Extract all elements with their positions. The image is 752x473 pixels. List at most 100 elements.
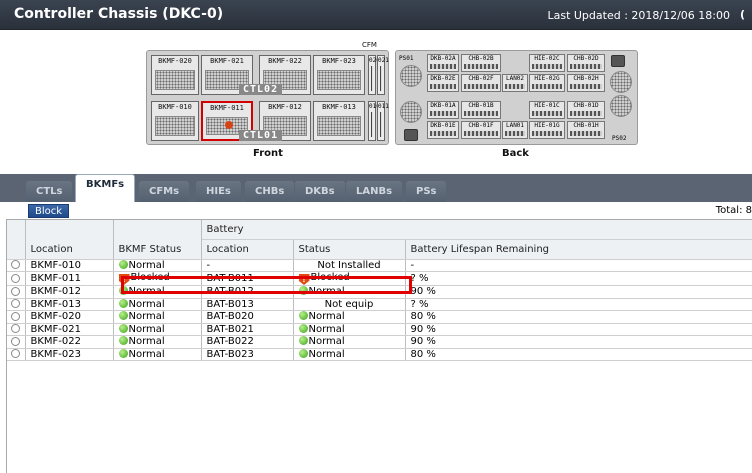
tab-chbs[interactable]: CHBs	[245, 181, 295, 202]
module-lan01[interactable]: LAN01	[502, 121, 528, 139]
blocked-icon	[225, 121, 233, 129]
cell-lifespan: 80 %	[405, 348, 752, 361]
row-select-cell	[7, 335, 26, 349]
column-header-lifespan[interactable]: Battery Lifespan Remaining	[405, 239, 752, 260]
column-header-battery-location[interactable]: Location	[201, 239, 294, 260]
cell-location: BKMF-021	[25, 323, 114, 336]
power-supply-icon[interactable]	[611, 55, 625, 67]
slot-bkmf-023[interactable]: BKMF-023	[313, 55, 365, 95]
module-chb-01d[interactable]: CHB-01D	[567, 101, 605, 119]
back-caption: Back	[502, 148, 529, 159]
tab-pss[interactable]: PSs	[406, 181, 447, 202]
table-row[interactable]: BKMF-010 Normal - Not Installed -	[7, 259, 752, 272]
fan-icon	[610, 95, 632, 117]
slot-bkmf-020[interactable]: BKMF-020	[151, 55, 199, 95]
refresh-icon[interactable]: (	[740, 8, 752, 22]
row-radio[interactable]	[11, 349, 21, 359]
module-chb-02b[interactable]: CHB-02B	[461, 54, 501, 72]
cell-battery-location: BAT-B011	[201, 271, 294, 286]
module-chb-01h[interactable]: CHB-01H	[567, 121, 605, 139]
cell-battery-status: Normal	[293, 285, 406, 299]
table-row[interactable]: BKMF-013 Normal BAT-B013 Not equip? %	[7, 298, 752, 311]
module-chb-02f[interactable]: CHB-02F	[461, 74, 501, 92]
cell-lifespan: 90 %	[405, 285, 752, 299]
select-column-header	[7, 220, 26, 260]
cell-battery-location: -	[201, 259, 294, 272]
table-row[interactable]: BKMF-020 Normal BAT-B020 Normal 80 %	[7, 310, 752, 324]
column-header-location[interactable]: Location	[25, 220, 114, 260]
slot-cfm-020[interactable]: 020	[368, 55, 380, 95]
tab-cfms[interactable]: CFMs	[139, 181, 190, 202]
row-radio[interactable]	[11, 311, 21, 321]
table-row[interactable]: BKMF-011! Blocked BAT-B011! Blocked? %	[7, 271, 752, 286]
module-hie-01g[interactable]: HIE-01G	[529, 121, 565, 139]
row-select-cell	[7, 271, 26, 286]
module-dkb-01e[interactable]: DKB-01E	[427, 121, 459, 139]
back-panel: PS01 PS02 DKB-02A CHB-02B HIE-02C CHB-02…	[395, 50, 638, 145]
row-radio[interactable]	[11, 299, 21, 309]
last-updated-label: Last Updated : 2018/12/06 18:00	[547, 9, 730, 22]
ctl01-label: CTL01	[239, 130, 283, 141]
module-chb-01f[interactable]: CHB-01F	[461, 121, 501, 139]
tab-dkbs[interactable]: DKBs	[295, 181, 345, 202]
cell-lifespan: 80 %	[405, 310, 752, 324]
table-row[interactable]: BKMF-021 Normal BAT-B021 Normal 90 %	[7, 323, 752, 336]
cell-location: BKMF-020	[25, 310, 114, 324]
fan-icon	[400, 65, 422, 87]
slot-bkmf-010[interactable]: BKMF-010	[151, 101, 199, 141]
normal-status-icon	[298, 286, 308, 296]
cell-battery-location: BAT-B020	[201, 310, 294, 324]
cell-location: BKMF-012	[25, 285, 114, 299]
cell-location: BKMF-011	[25, 271, 114, 286]
fan-icon	[400, 101, 422, 123]
column-group-battery: Battery	[201, 220, 752, 240]
column-header-bkmf-status[interactable]: BKMF Status	[113, 220, 202, 260]
slot-cfm-011[interactable]: 011	[377, 101, 389, 141]
module-hie-02g[interactable]: HIE-02G	[529, 74, 565, 92]
tab-bkmfs[interactable]: BKMFs	[75, 174, 136, 202]
power-supply-icon[interactable]	[404, 129, 418, 141]
module-dkb-02e[interactable]: DKB-02E	[427, 74, 459, 92]
normal-status-icon	[118, 311, 128, 321]
cell-bkmf-status: Normal	[113, 285, 202, 299]
row-radio[interactable]	[11, 273, 21, 283]
row-radio[interactable]	[11, 286, 21, 296]
table-row[interactable]: BKMF-012 Normal BAT-B012 Normal 90 %	[7, 285, 752, 299]
normal-status-icon	[118, 286, 128, 296]
column-header-battery-status[interactable]: Status	[293, 239, 406, 260]
slot-cfm-021[interactable]: 021	[377, 55, 389, 95]
cell-bkmf-status: Normal	[113, 310, 202, 324]
slot-cfm-010[interactable]: 010	[368, 101, 380, 141]
cell-bkmf-status: Normal	[113, 335, 202, 349]
cell-bkmf-status: Normal	[113, 259, 202, 272]
tab-hies[interactable]: HIEs	[196, 181, 241, 202]
cell-location: BKMF-010	[25, 259, 114, 272]
module-dkb-01a[interactable]: DKB-01A	[427, 101, 459, 119]
window-title: Controller Chassis (DKC-0)	[14, 6, 224, 22]
row-radio[interactable]	[11, 260, 21, 270]
module-chb-02h[interactable]: CHB-02H	[567, 74, 605, 92]
normal-status-icon	[118, 259, 128, 269]
ps01-label: PS01	[399, 55, 414, 62]
module-chb-01b[interactable]: CHB-01B	[461, 101, 501, 119]
block-button[interactable]: Block	[28, 204, 70, 218]
blocked-status-icon: !	[298, 274, 310, 285]
tab-lanbs[interactable]: LANBs	[346, 181, 403, 202]
tab-ctls[interactable]: CTLs	[26, 181, 73, 202]
row-radio[interactable]	[11, 324, 21, 334]
cell-battery-location: BAT-B021	[201, 323, 294, 336]
module-hie-02c[interactable]: HIE-02C	[529, 54, 565, 72]
module-lan02[interactable]: LAN02	[502, 74, 528, 92]
row-select-cell	[7, 310, 26, 324]
table-row[interactable]: BKMF-023 Normal BAT-B023 Normal 80 %	[7, 348, 752, 361]
table-row[interactable]: BKMF-022 Normal BAT-B022 Normal 90 %	[7, 335, 752, 349]
module-dkb-02a[interactable]: DKB-02A	[427, 54, 459, 72]
module-chb-02d[interactable]: CHB-02D	[567, 54, 605, 72]
module-hie-01c[interactable]: HIE-01C	[529, 101, 565, 119]
cell-battery-location: BAT-B012	[201, 285, 294, 299]
normal-status-icon	[118, 336, 128, 346]
slot-bkmf-013[interactable]: BKMF-013	[313, 101, 365, 141]
cell-battery-status: Not equip	[293, 298, 406, 311]
row-radio[interactable]	[11, 336, 21, 346]
row-select-cell	[7, 259, 26, 272]
